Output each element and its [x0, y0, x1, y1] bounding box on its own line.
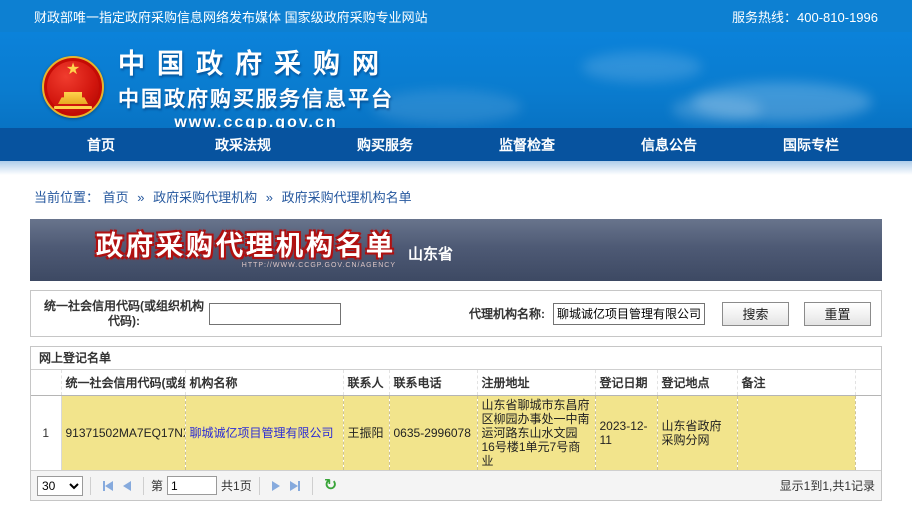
- agency-name-input[interactable]: [553, 303, 705, 325]
- breadcrumb-agency-link[interactable]: 政府采购代理机构: [153, 190, 257, 205]
- site-brand[interactable]: ★ 中国政府采购网 中国政府购买服务信息平台 www.ccgp.gov.cn: [42, 42, 394, 128]
- breadcrumb: 当前位置： 首页 » 政府采购代理机构 » 政府采购代理机构名单: [34, 187, 912, 206]
- col-header-address: 注册地址: [477, 370, 595, 396]
- refresh-icon[interactable]: ↻: [324, 478, 337, 494]
- reset-button[interactable]: 重置: [804, 302, 871, 326]
- pagination-bar: 30 第 共1页 ↻ 显示1到1,共1记录: [31, 471, 881, 500]
- col-header-remark: 备注: [737, 370, 855, 396]
- results-panel: 网上登记名单 统一社会信用代码(或组织 机构名称 联系人 联系电话 注册地址 登…: [30, 346, 882, 501]
- cloud-decoration: [672, 96, 762, 122]
- col-header-filler: [855, 370, 881, 396]
- banner-title: 政府采购代理机构名单: [96, 232, 396, 260]
- credit-code-label: 统一社会信用代码(或组织机构代码):: [41, 299, 207, 329]
- nav-item-international[interactable]: 国际专栏: [740, 128, 882, 161]
- service-hotline: 服务热线：400-810-1996: [732, 7, 878, 26]
- page-banner: 政府采购代理机构名单 HTTP://WWW.CCGP.GOV.CN/AGENCY…: [30, 219, 882, 281]
- agency-table: 统一社会信用代码(或组织 机构名称 联系人 联系电话 注册地址 登记日期 登记地…: [31, 369, 881, 471]
- first-page-icon[interactable]: [103, 481, 113, 491]
- nav-item-announcements[interactable]: 信息公告: [598, 128, 740, 161]
- breadcrumb-home-link[interactable]: 首页: [103, 190, 129, 205]
- page-prefix-label: 第: [151, 477, 163, 494]
- nav-fade-strip: [0, 161, 912, 175]
- agency-name-label: 代理机构名称:: [469, 305, 545, 322]
- cell-phone: 0635-2996078: [389, 396, 477, 471]
- main-content: 政府采购代理机构名单 HTTP://WWW.CCGP.GOV.CN/AGENCY…: [30, 219, 882, 501]
- agency-name-link[interactable]: 聊城诚亿项目管理有限公司: [190, 426, 334, 440]
- main-nav: 首页 政采法规 购买服务 监督检查 信息公告 国际专栏: [0, 128, 912, 161]
- next-page-icon[interactable]: [272, 481, 280, 491]
- cell-credit-code: 91371502MA7EQ17NXK: [61, 396, 185, 471]
- nav-item-purchase-service[interactable]: 购买服务: [314, 128, 456, 161]
- credit-code-input[interactable]: [209, 303, 341, 325]
- table-header-row: 统一社会信用代码(或组织 机构名称 联系人 联系电话 注册地址 登记日期 登记地…: [31, 370, 881, 396]
- breadcrumb-label: 当前位置：: [34, 190, 99, 205]
- col-header-contact: 联系人: [343, 370, 389, 396]
- cell-agency-name: 聊城诚亿项目管理有限公司: [185, 396, 343, 471]
- cell-row-index: 1: [31, 396, 61, 471]
- col-header-credit-code: 统一社会信用代码(或组织: [61, 370, 185, 396]
- section-title: 网上登记名单: [31, 347, 881, 369]
- cell-location: 山东省政府采购分网: [657, 396, 737, 471]
- nav-item-regulations[interactable]: 政采法规: [172, 128, 314, 161]
- banner-province: 山东省: [408, 243, 453, 264]
- national-emblem-icon: ★: [42, 56, 104, 118]
- cell-address: 山东省聊城市东昌府区柳园办事处一中南运河路东山水文园16号楼1单元7号商业: [477, 396, 595, 471]
- page-size-select[interactable]: 30: [37, 476, 83, 496]
- banner-url: HTTP://WWW.CCGP.GOV.CN/AGENCY: [242, 262, 396, 269]
- col-header-agency-name: 机构名称: [185, 370, 343, 396]
- page-total-label: 共1页: [221, 477, 252, 494]
- breadcrumb-separator: »: [137, 190, 144, 205]
- site-title: 中国政府采购网: [118, 42, 394, 81]
- search-panel: 统一社会信用代码(或组织机构代码): 代理机构名称: 搜索 重置: [30, 290, 882, 337]
- search-button[interactable]: 搜索: [722, 302, 789, 326]
- record-summary: 显示1到1,共1记录: [780, 477, 875, 494]
- cloud-decoration: [582, 52, 702, 82]
- cloud-decoration: [372, 90, 522, 124]
- nav-item-supervision[interactable]: 监督检查: [456, 128, 598, 161]
- col-header-date: 登记日期: [595, 370, 657, 396]
- prev-page-icon[interactable]: [123, 481, 131, 491]
- last-page-icon[interactable]: [290, 481, 300, 491]
- cell-remark: [737, 396, 855, 471]
- col-header-index: [31, 370, 61, 396]
- col-header-phone: 联系电话: [389, 370, 477, 396]
- cell-date: 2023-12-11: [595, 396, 657, 471]
- site-header: ★ 中国政府采购网 中国政府购买服务信息平台 www.ccgp.gov.cn: [0, 32, 912, 128]
- cell-contact: 王振阳: [343, 396, 389, 471]
- top-bar-slogan: 财政部唯一指定政府采购信息网络发布媒体 国家级政府采购专业网站: [34, 7, 428, 26]
- top-bar: 财政部唯一指定政府采购信息网络发布媒体 国家级政府采购专业网站 服务热线：400…: [0, 0, 912, 32]
- col-header-location: 登记地点: [657, 370, 737, 396]
- breadcrumb-separator: »: [266, 190, 273, 205]
- table-row: 1 91371502MA7EQ17NXK 聊城诚亿项目管理有限公司 王振阳 06…: [31, 396, 881, 471]
- cell-filler: [855, 396, 881, 471]
- nav-item-home[interactable]: 首页: [30, 128, 172, 161]
- breadcrumb-current: 政府采购代理机构名单: [282, 190, 412, 205]
- site-subtitle: 中国政府购买服务信息平台: [118, 83, 394, 113]
- site-url: www.ccgp.gov.cn: [118, 114, 394, 128]
- page-number-input[interactable]: [167, 476, 217, 495]
